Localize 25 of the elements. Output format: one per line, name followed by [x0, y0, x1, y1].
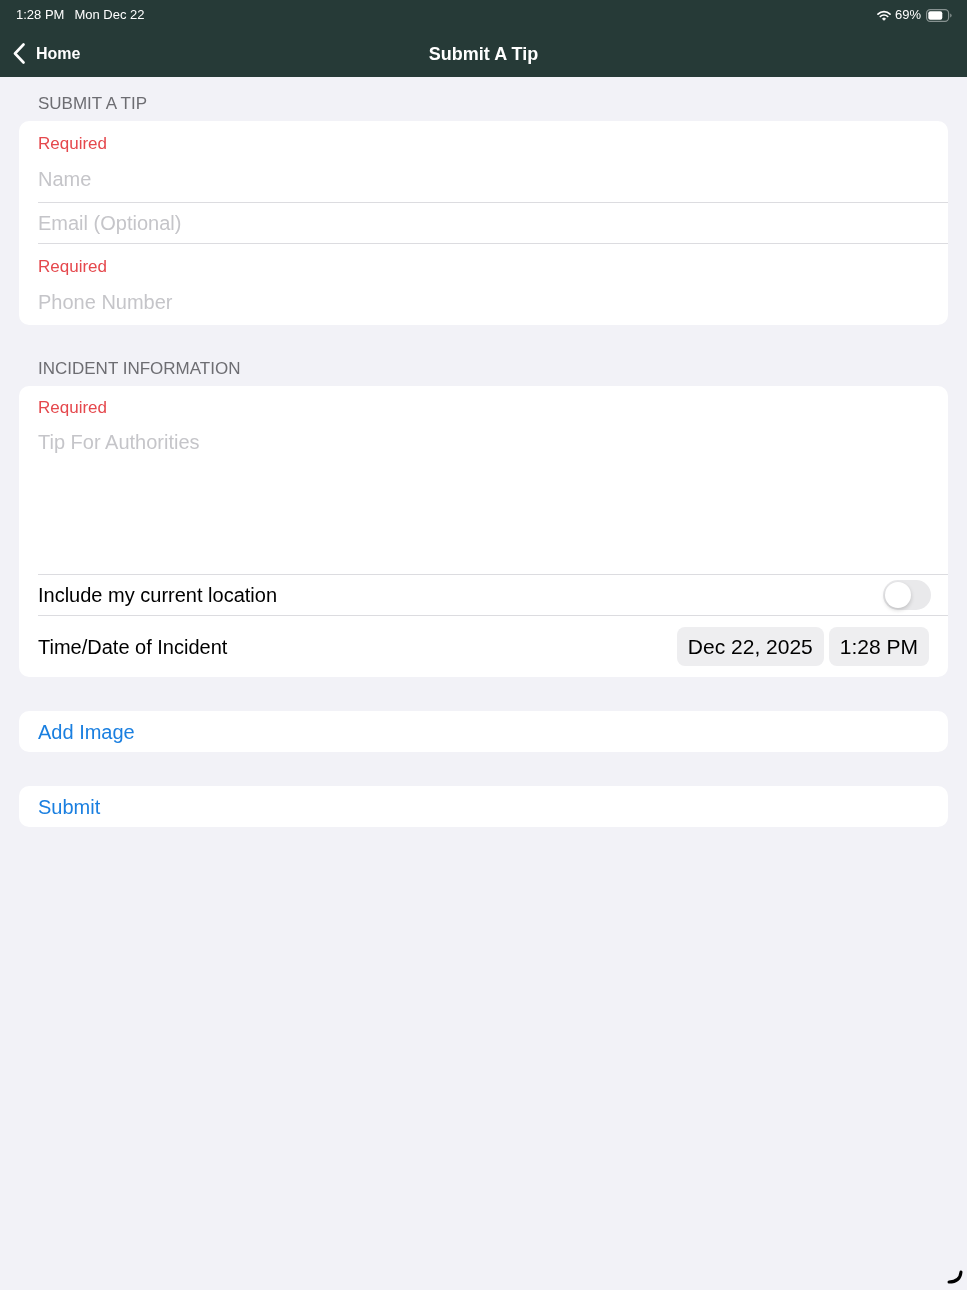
battery-percent: 69%	[894, 7, 921, 23]
field-label: Time/Date of Incident	[38, 634, 228, 659]
add-image-button[interactable]: Add Image	[19, 711, 948, 752]
section-header: SUBMIT A TIP	[37, 94, 148, 114]
input-field[interactable]: Email (Optional)	[38, 211, 929, 235]
toggle-label: Include my current location	[38, 583, 277, 607]
status-time: 1:28 PM	[16, 7, 65, 23]
text-area-field[interactable]: Tip For Authorities	[38, 430, 929, 478]
required-label: Required	[38, 257, 108, 277]
chevron-left-icon	[13, 43, 25, 64]
submit-button[interactable]: Submit	[19, 786, 948, 827]
wifi-icon	[876, 9, 891, 21]
battery-icon	[926, 8, 952, 22]
date-picker-button[interactable]: Dec 22, 2025	[676, 627, 824, 666]
status-date: Mon Dec 22	[74, 7, 145, 23]
toggle-switch[interactable]	[883, 580, 931, 610]
back-button[interactable]: Home	[0, 41, 81, 66]
section-header: INCIDENT INFORMATION	[37, 359, 242, 379]
input-field[interactable]: Name	[38, 167, 929, 191]
resize-handle-icon[interactable]	[947, 1270, 963, 1284]
time-picker-button[interactable]: 1:28 PM	[828, 627, 929, 666]
required-label: Required	[38, 398, 108, 418]
page-title: Submit A Tip	[428, 42, 539, 65]
required-label: Required	[38, 134, 108, 154]
input-field[interactable]: Phone Number	[38, 290, 929, 314]
